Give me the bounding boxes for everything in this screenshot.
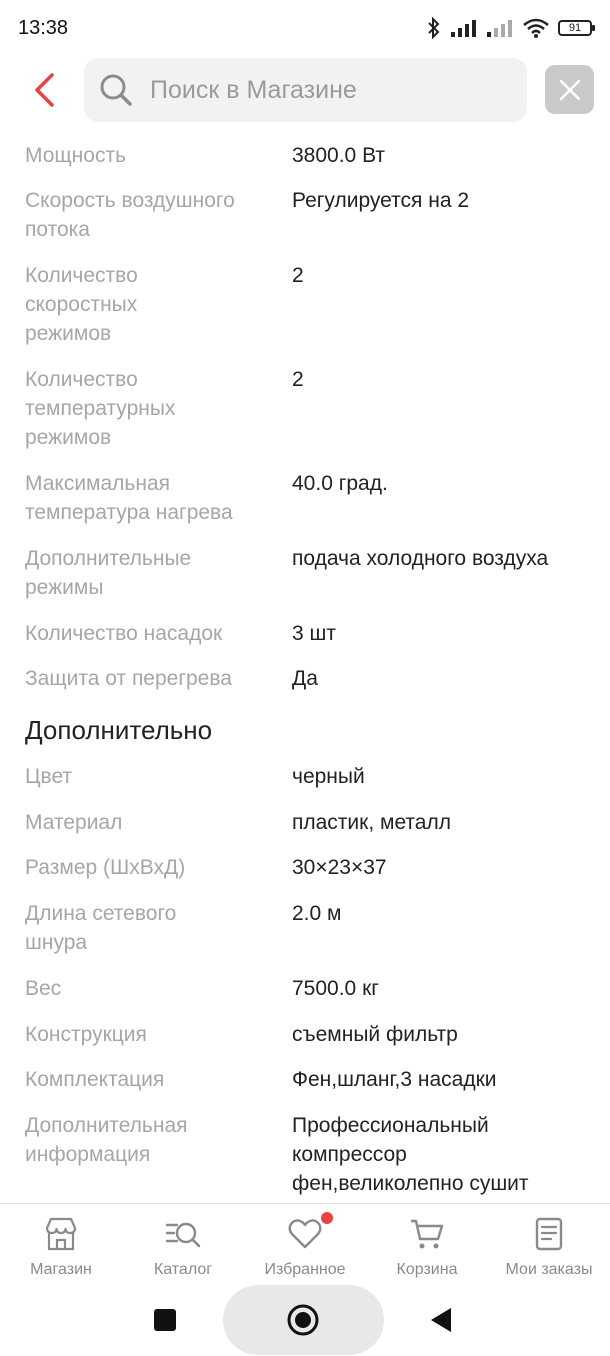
spec-label: Дополнительные режимы xyxy=(25,547,192,599)
bottom-navigation: Магазин Каталог Избранное Корзина Мои за… xyxy=(0,1203,610,1286)
spec-label: Мощность xyxy=(25,144,127,167)
spec-label: Конструкция xyxy=(25,1023,147,1046)
spec-value: черный xyxy=(292,765,365,788)
spec-value: 2 xyxy=(292,264,304,287)
spec-value: 3 шт xyxy=(292,622,336,645)
signal-2-icon xyxy=(487,20,512,37)
spec-value: 2.0 м xyxy=(292,902,342,925)
notification-badge xyxy=(321,1212,333,1224)
spec-label: Скорость воздушного потока xyxy=(25,189,235,241)
search-bar[interactable] xyxy=(84,58,527,122)
nav-label: Каталог xyxy=(153,1261,213,1278)
specs-content[interactable]: Мощность 3800.0 Вт Скорость воздушного п… xyxy=(0,126,610,1202)
search-header xyxy=(0,56,610,126)
spec-label: Количество скоростных режимов xyxy=(25,264,138,345)
spec-label: Размер (ШхВхД) xyxy=(25,856,186,879)
spec-label: Количество насадок xyxy=(25,622,223,645)
nav-label: Магазин xyxy=(30,1261,92,1278)
store-icon xyxy=(45,1217,77,1251)
bluetooth-icon xyxy=(428,17,440,39)
spec-value: 7500.0 кг xyxy=(292,977,379,1000)
catalog-search-icon xyxy=(165,1222,201,1248)
nav-item-favorites[interactable]: Избранное xyxy=(245,1204,365,1286)
nav-item-cart[interactable]: Корзина xyxy=(367,1204,487,1286)
section-title: Дополнительно xyxy=(25,715,213,745)
spec-label: Максимальная температура нагрева xyxy=(25,472,233,524)
spec-value: Да xyxy=(292,667,318,690)
clear-search-button[interactable] xyxy=(545,65,594,114)
cart-icon xyxy=(411,1219,444,1249)
back-triangle-icon[interactable] xyxy=(429,1307,453,1333)
spec-value: Профессиональный компрессор фен,великоле… xyxy=(292,1114,529,1195)
search-input[interactable] xyxy=(148,74,492,106)
nav-label: Избранное xyxy=(264,1261,346,1278)
recent-apps-button[interactable] xyxy=(154,1309,176,1331)
nav-label: Корзина xyxy=(396,1261,458,1278)
spec-value: 40.0 град. xyxy=(292,472,388,495)
spec-value: 30×23×37 xyxy=(292,856,387,879)
spec-value: Регулируется на 2 xyxy=(292,189,470,212)
spec-value: подача холодного воздуха xyxy=(292,547,549,570)
nav-item-store[interactable]: Магазин xyxy=(1,1204,121,1286)
home-circle-icon xyxy=(287,1304,319,1336)
nav-label: Мои заказы xyxy=(505,1261,593,1278)
status-time: 13:38 xyxy=(18,16,69,39)
status-icons: 91 xyxy=(426,17,595,39)
spec-label: Дополнительная информация xyxy=(25,1114,188,1166)
orders-icon xyxy=(535,1217,563,1251)
signal-icon xyxy=(451,20,476,37)
heart-icon xyxy=(288,1219,322,1249)
home-button[interactable] xyxy=(223,1285,384,1355)
spec-label: Цвет xyxy=(25,765,73,788)
back-button[interactable] xyxy=(22,68,66,112)
system-navigation-bar xyxy=(0,1285,610,1356)
wifi-icon xyxy=(523,18,549,38)
spec-label: Материал xyxy=(25,811,123,834)
close-icon xyxy=(559,79,580,100)
spec-value: 2 xyxy=(292,368,304,391)
battery-indicator: 91 xyxy=(558,20,595,36)
spec-value: пластик, металл xyxy=(292,811,451,834)
spec-value: съемный фильтр xyxy=(292,1023,458,1046)
chevron-left-icon xyxy=(35,73,54,107)
nav-item-catalog[interactable]: Каталог xyxy=(123,1204,243,1286)
spec-label: Вес xyxy=(25,977,62,1000)
nav-item-orders[interactable]: Мои заказы xyxy=(489,1204,609,1286)
spec-label: Длина сетевого шнура xyxy=(25,902,177,954)
status-bar: 13:38 91 xyxy=(0,0,610,56)
spec-label: Комплектация xyxy=(25,1068,165,1091)
spec-label: Количество температурных режимов xyxy=(25,368,176,449)
spec-value: 3800.0 Вт xyxy=(292,144,385,167)
search-icon xyxy=(98,72,134,108)
spec-value: Фен,шланг,3 насадки xyxy=(292,1068,497,1091)
spec-label: Защита от перегрева xyxy=(25,667,232,690)
